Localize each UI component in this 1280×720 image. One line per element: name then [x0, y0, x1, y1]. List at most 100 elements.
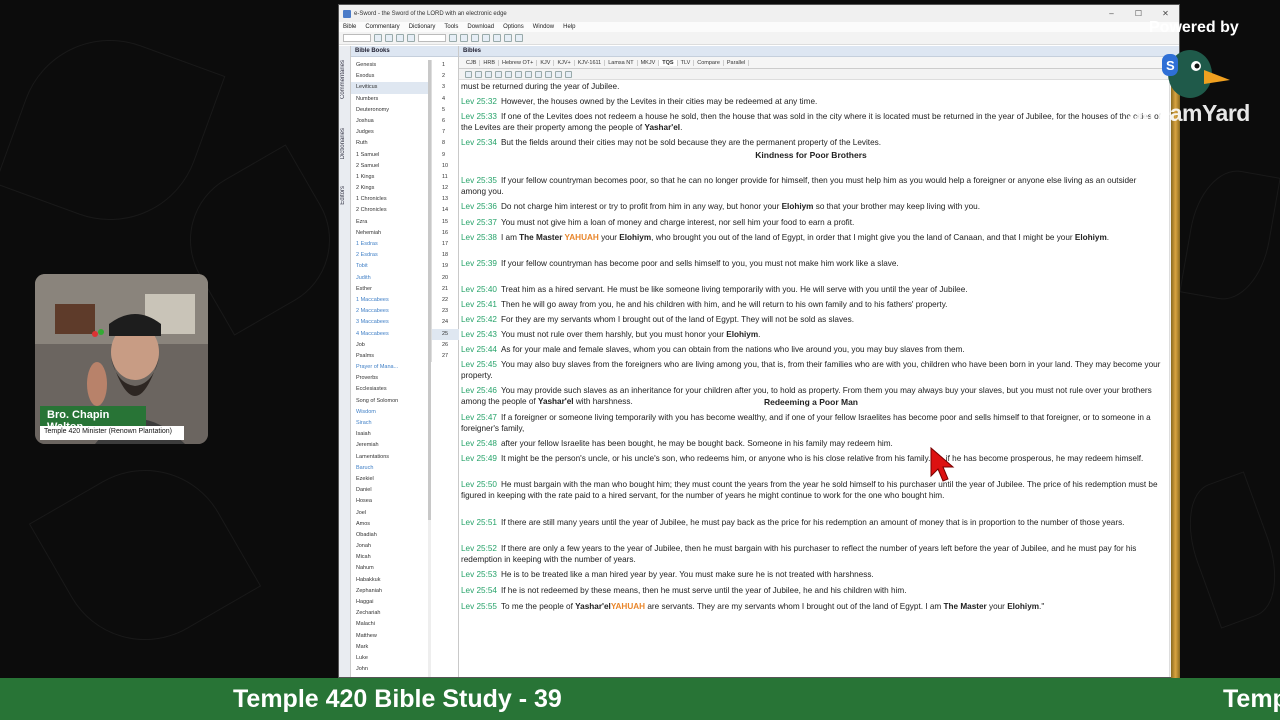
verse-reference-link[interactable]: Lev 25:50: [461, 480, 497, 489]
chapter-item[interactable]: 17: [432, 239, 459, 250]
book-item[interactable]: Micah: [351, 552, 429, 563]
book-item[interactable]: John: [351, 664, 429, 675]
tab-lamsa-nt[interactable]: Lamsa NT: [605, 59, 638, 66]
tab-dictionaries[interactable]: Dictionaries: [340, 128, 346, 159]
book-item[interactable]: Nahum: [351, 563, 429, 574]
chapter-item[interactable]: 12: [432, 183, 459, 194]
chapter-item[interactable]: 27: [432, 351, 459, 362]
verse-reference-link[interactable]: Lev 25:51: [461, 518, 497, 527]
chapter-item[interactable]: 2: [432, 71, 459, 82]
chapter-item[interactable]: 6: [432, 116, 459, 127]
layout-icon[interactable]: [460, 34, 468, 42]
image-icon[interactable]: [504, 34, 512, 42]
chapter-item[interactable]: 18: [432, 250, 459, 261]
chapter-item[interactable]: 21: [432, 284, 459, 295]
list-icon[interactable]: [525, 70, 532, 78]
menu-tools[interactable]: Tools: [444, 24, 458, 30]
book-item[interactable]: Exodus: [351, 71, 429, 82]
book-item[interactable]: Jeremiah: [351, 440, 429, 451]
copy-icon[interactable]: [475, 70, 482, 78]
list-icon[interactable]: [515, 70, 522, 78]
minimize-button[interactable]: –: [1098, 9, 1125, 18]
verse-reference-link[interactable]: Lev 25:49: [461, 454, 497, 463]
book-item[interactable]: 2 Kings: [351, 183, 429, 194]
chapter-item[interactable]: 26: [432, 340, 459, 351]
book-item[interactable]: Obadiah: [351, 530, 429, 541]
verse-reference-link[interactable]: Lev 25:55: [461, 602, 497, 611]
menu-commentary[interactable]: Commentary: [365, 24, 399, 30]
book-item[interactable]: Song of Solomon: [351, 396, 429, 407]
verse-reference-link[interactable]: Lev 25:41: [461, 300, 497, 309]
book-item[interactable]: Wisdom: [351, 407, 429, 418]
book-item[interactable]: Habakkuk: [351, 575, 429, 586]
search-icon[interactable]: [495, 70, 502, 78]
book-item[interactable]: 1 Samuel: [351, 150, 429, 161]
book-item[interactable]: Numbers: [351, 94, 429, 105]
chapter-item[interactable]: 25: [432, 328, 459, 340]
reference-dropdown[interactable]: [343, 34, 371, 42]
tab-parallel[interactable]: Parallel: [724, 59, 750, 66]
book-item[interactable]: Hosea: [351, 496, 429, 507]
chapter-item[interactable]: 13: [432, 194, 459, 205]
verse-reference-link[interactable]: Lev 25:32: [461, 97, 497, 106]
book-item[interactable]: 2 Maccabees: [351, 306, 429, 317]
book-item[interactable]: Joel: [351, 508, 429, 519]
book-item[interactable]: Psalms: [351, 351, 429, 362]
chapter-item[interactable]: 15: [432, 217, 459, 228]
book-item[interactable]: 2 Esdras: [351, 250, 429, 261]
book-item[interactable]: Ecclesiastes: [351, 384, 429, 395]
chapter-item[interactable]: 24: [432, 317, 459, 328]
chapter-item[interactable]: 9: [432, 150, 459, 161]
verse-reference-link[interactable]: Lev 25:37: [461, 218, 497, 227]
book-item[interactable]: Ruth: [351, 138, 429, 149]
book-item[interactable]: Isaiah: [351, 429, 429, 440]
verse-reference-link[interactable]: Lev 25:42: [461, 315, 497, 324]
refresh-icon[interactable]: [565, 70, 572, 78]
book-item[interactable]: Zechariah: [351, 608, 429, 619]
search-dropdown[interactable]: [418, 34, 446, 42]
tab-commentaries[interactable]: Commentaries: [340, 60, 346, 99]
book-item[interactable]: Luke: [351, 653, 429, 664]
search-icon[interactable]: [396, 34, 404, 42]
verse-reference-link[interactable]: Lev 25:39: [461, 259, 497, 268]
chapter-item[interactable]: 20: [432, 273, 459, 284]
verse-reference-link[interactable]: Lev 25:43: [461, 330, 497, 339]
print-icon[interactable]: [407, 34, 415, 42]
book-item[interactable]: Esther: [351, 284, 429, 295]
tab-tqs[interactable]: TQS: [659, 59, 678, 66]
book-item[interactable]: Baruch: [351, 463, 429, 474]
chapter-item[interactable]: 3: [432, 82, 459, 93]
book-item[interactable]: Ezekiel: [351, 474, 429, 485]
layout-icon[interactable]: [471, 34, 479, 42]
menu-bible[interactable]: Bible: [343, 24, 356, 30]
chapter-item[interactable]: 19: [432, 261, 459, 272]
chapter-item[interactable]: 23: [432, 306, 459, 317]
book-item[interactable]: 1 Kings: [351, 172, 429, 183]
book-item[interactable]: 2 Samuel: [351, 161, 429, 172]
tab-mkjv[interactable]: MKJV: [638, 59, 660, 66]
tab-cjb[interactable]: CJB: [463, 59, 481, 66]
book-item[interactable]: Joshua: [351, 116, 429, 127]
tab-hebrew-ot-[interactable]: Hebrew OT+: [499, 59, 538, 66]
book-item[interactable]: 1 Maccabees: [351, 295, 429, 306]
verse-reference-link[interactable]: Lev 25:45: [461, 360, 497, 369]
book-item[interactable]: Leviticus: [351, 82, 429, 94]
book-item[interactable]: Judges: [351, 127, 429, 138]
verse-reference-link[interactable]: Lev 25:35: [461, 176, 497, 185]
zoom-icon[interactable]: [555, 70, 562, 78]
maximize-button[interactable]: ☐: [1125, 9, 1152, 18]
book-item[interactable]: Proverbs: [351, 373, 429, 384]
menu-download[interactable]: Download: [467, 24, 494, 30]
book-item[interactable]: Ezra: [351, 217, 429, 228]
book-item[interactable]: Judith: [351, 273, 429, 284]
chapter-item[interactable]: 7: [432, 127, 459, 138]
chapter-item[interactable]: 4: [432, 94, 459, 105]
verse-reference-link[interactable]: Lev 25:40: [461, 285, 497, 294]
verse-reference-link[interactable]: Lev 25:33: [461, 112, 497, 121]
menu-window[interactable]: Window: [533, 24, 554, 30]
book-item[interactable]: Jonah: [351, 541, 429, 552]
book-item[interactable]: Tobit: [351, 261, 429, 272]
highlight-icon[interactable]: [535, 70, 542, 78]
menu-dictionary[interactable]: Dictionary: [409, 24, 436, 30]
chapter-item[interactable]: 14: [432, 205, 459, 216]
